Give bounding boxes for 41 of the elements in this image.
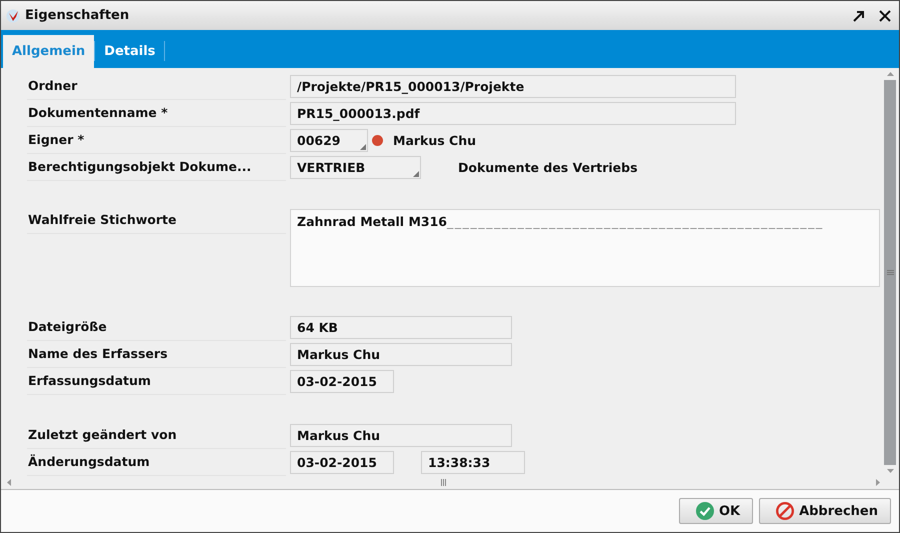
scroll-left-icon[interactable] (7, 478, 11, 486)
dropdown-corner-icon[interactable] (413, 171, 419, 177)
input-field[interactable]: 03-02-2015 (290, 451, 394, 474)
dropdown-corner-icon[interactable] (360, 144, 366, 150)
grip-icon (441, 478, 446, 486)
description-text: Dokumente des Vertriebs (458, 160, 638, 175)
field-label: Erfassungsdatum (27, 368, 286, 395)
scrollbar-thumb[interactable] (884, 80, 896, 465)
cancel-button[interactable]: Abbrechen (759, 498, 891, 524)
prohibited-icon (776, 502, 794, 520)
input-field[interactable]: Markus Chu (290, 343, 512, 366)
field-label: Zuletzt geändert von (27, 422, 286, 449)
close-icon[interactable] (879, 10, 891, 22)
ok-button[interactable]: OK (678, 498, 754, 524)
grip-icon (886, 270, 894, 275)
checkmark-icon (696, 502, 714, 520)
input-field[interactable]: /Projekte/PR15_000013/Projekte (290, 75, 736, 98)
window-title: Eigenschaften (25, 8, 130, 23)
input-field[interactable]: 64 KB (290, 316, 512, 339)
field-label: Eigner * (27, 127, 286, 154)
input-field[interactable]: VERTRIEB (290, 156, 421, 179)
scroll-right-icon[interactable] (876, 478, 880, 486)
app-logo-icon (6, 8, 20, 22)
field-label: Ordner (27, 73, 286, 100)
input-field[interactable]: 13:38:33 (421, 451, 525, 474)
scroll-up-icon[interactable] (886, 72, 894, 76)
scroll-down-icon[interactable] (886, 469, 894, 473)
field-label: Wahlfreie Stichworte (27, 207, 286, 234)
keywords-field[interactable]: Zahnrad Metall M316________________________________________________ (290, 209, 880, 287)
tab[interactable]: Details (95, 35, 164, 68)
input-field[interactable]: 00629 (290, 129, 368, 152)
expand-icon[interactable] (852, 8, 866, 22)
field-label: Änderungsdatum (27, 449, 286, 476)
field-label: Berechtigungsobjekt Dokume... (27, 154, 286, 181)
field-label: Dateigröße (27, 314, 286, 341)
field-label: Dokumentenname * (27, 100, 286, 127)
input-field[interactable]: 03-02-2015 (290, 370, 394, 393)
description-text: Markus Chu (393, 133, 476, 148)
field-label: Name des Erfassers (27, 341, 286, 368)
input-field[interactable]: Markus Chu (290, 424, 512, 447)
input-field[interactable]: PR15_000013.pdf (290, 102, 736, 125)
